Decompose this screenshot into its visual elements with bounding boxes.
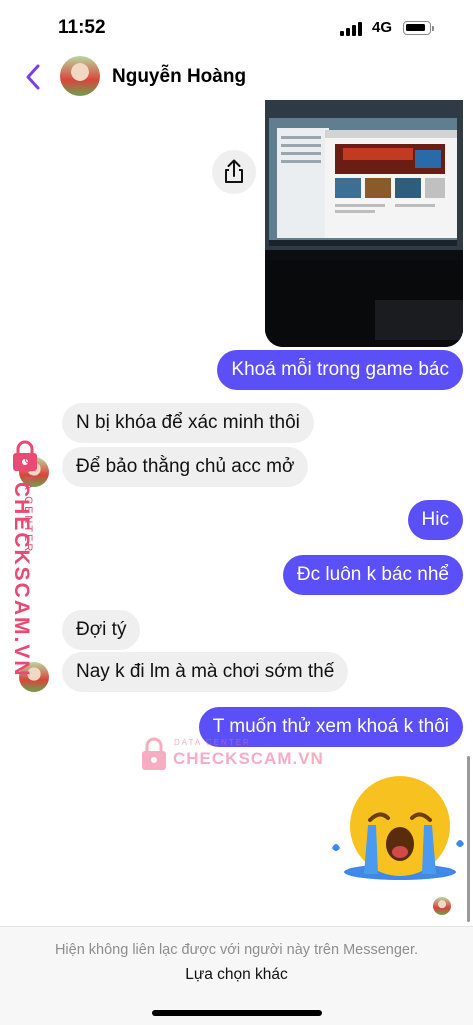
unavailable-notice: Hiện không liên lạc được với người này t…	[54, 942, 419, 958]
crying-face-sticker[interactable]	[330, 770, 466, 882]
cellular-signal-icon	[340, 22, 366, 36]
watermark-center: DATA CENTER CHECKSCAM.VN	[140, 735, 323, 775]
outgoing-message[interactable]: Đc luôn k bác nhể	[282, 555, 463, 595]
status-bar: 11:52 4G	[0, 0, 473, 56]
chevron-left-icon	[26, 64, 40, 90]
watermark-brand: CHECKSCAM.VN	[173, 749, 324, 768]
share-button[interactable]	[212, 150, 256, 194]
chat-header: Nguyễn Hoàng	[0, 52, 473, 102]
image-attachment[interactable]	[265, 100, 463, 347]
other-options-link[interactable]: Lựa chọn khác	[0, 966, 473, 984]
incoming-message[interactable]: Nay k đi lm à mà chơi sớm thế	[62, 652, 349, 692]
scrollbar[interactable]	[467, 756, 470, 922]
watermark-brand: CHECKSCAM.VN	[10, 482, 33, 678]
lock-icon	[142, 737, 166, 770]
incoming-message[interactable]: N bị khóa để xác minh thôi	[62, 403, 314, 443]
read-receipt-avatar	[433, 897, 451, 915]
incoming-message[interactable]: Để bảo thằng chủ acc mở	[62, 447, 309, 487]
battery-icon	[403, 21, 434, 35]
share-icon	[225, 159, 243, 183]
outgoing-message[interactable]: Hic	[407, 500, 463, 540]
back-button[interactable]	[20, 62, 48, 92]
status-time: 11:52	[58, 17, 106, 38]
contact-name[interactable]: Nguyễn Hoàng	[112, 66, 246, 88]
incoming-message[interactable]: Đợi tý	[62, 610, 141, 650]
home-indicator[interactable]	[152, 1010, 322, 1016]
network-type: 4G	[372, 19, 393, 36]
watermark-vertical: DATA CENTER CHECKSCAM.VN	[6, 440, 56, 678]
contact-avatar[interactable]	[60, 56, 100, 96]
monitor-photo	[265, 100, 463, 347]
outgoing-message[interactable]: Khoá mỗi trong game bác	[217, 350, 463, 390]
watermark-tagline: DATA CENTER	[174, 738, 251, 747]
